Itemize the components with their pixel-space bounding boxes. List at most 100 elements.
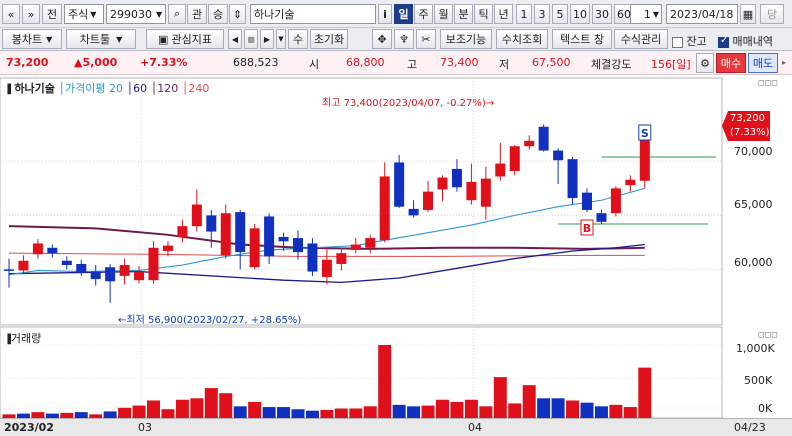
bongchart-button[interactable]: 봉차트 ▼ (2, 29, 62, 49)
bojo-button[interactable]: 보조기능 (440, 29, 492, 49)
volume-bar (175, 399, 189, 418)
dang-button[interactable]: 당 (760, 4, 784, 24)
candle-body (509, 146, 520, 172)
search-icon[interactable]: ⌕ (168, 4, 186, 24)
buy-button[interactable]: 매수 (716, 53, 746, 73)
gear-icon[interactable]: ⚙ (696, 53, 714, 73)
change-percent: +7.33% (140, 56, 188, 69)
interval-button-5[interactable]: 5 (552, 4, 568, 24)
candle-body (451, 168, 462, 188)
interval-button-3[interactable]: 3 (534, 4, 550, 24)
volume-bar (248, 401, 262, 418)
interval-button-1[interactable]: 1 (516, 4, 532, 24)
chevron-down-icon[interactable]: ▼ (276, 29, 286, 49)
jango-checkbox[interactable]: 잔고 (672, 33, 707, 49)
volume-bar (363, 406, 377, 418)
volume-bar (580, 402, 594, 418)
volume-bar (378, 345, 392, 418)
current-price-tag: 73,200 (7.33%) (722, 111, 770, 141)
candle-body (610, 188, 621, 214)
move-icon[interactable]: ✥ (372, 29, 392, 49)
volume-bar (522, 385, 536, 418)
volume-bar (161, 409, 175, 418)
play-next-button[interactable]: ▶ (260, 29, 274, 49)
price-change: ▲5,000 (74, 56, 118, 69)
top-toolbar: « » 전 주식 ▼ 299030 ▼ ⌕ 관 승 ⇕ 하나기술 i 일주월분틱년 … (0, 0, 792, 28)
period-tab-5[interactable]: 년 (494, 4, 513, 24)
scroll-right-icon[interactable]: ▸ (782, 51, 792, 75)
text-window-button[interactable]: 텍스트 창 (552, 29, 612, 49)
expand-button[interactable]: » (22, 4, 40, 24)
candle-body (90, 271, 101, 280)
stock-spinner[interactable]: ⇕ (229, 4, 246, 24)
volume-bar (118, 407, 132, 418)
volume-bar (392, 404, 406, 418)
candle-body (278, 236, 289, 242)
volume-axis-label: 0K (758, 402, 773, 415)
pane-controls[interactable]: ◻◻◻ (758, 78, 778, 87)
candle-body (437, 177, 448, 190)
candle-body (32, 243, 43, 255)
suchi-button[interactable]: 수치조회 (496, 29, 548, 49)
scissors-icon[interactable]: ✂ (416, 29, 436, 49)
charttool-button[interactable]: 차트툴 ▼ (66, 29, 136, 49)
volume-bar (508, 403, 522, 418)
candle-body (466, 181, 477, 201)
sell-button[interactable]: 매도 (748, 53, 778, 73)
candle-body (394, 162, 405, 207)
info-button[interactable]: i (378, 4, 392, 24)
reset-button[interactable]: 초기화 (310, 29, 348, 49)
calendar-icon[interactable]: ▦ (740, 4, 756, 24)
trade-history-checkbox[interactable]: ✓ 매매내역 (718, 33, 773, 49)
high-label: 고 (407, 58, 418, 71)
strength-value: 156[일] (651, 58, 691, 71)
volume-axis-label: 1,000K (736, 342, 775, 355)
jeon-button[interactable]: 전 (42, 4, 62, 24)
candle-body (134, 271, 145, 281)
interval-button-10[interactable]: 10 (570, 4, 590, 24)
period-tab-2[interactable]: 월 (434, 4, 453, 24)
candle-body (423, 191, 434, 210)
formula-button[interactable]: 수식관리 (614, 29, 668, 49)
interval-input[interactable]: 1 ▼ (630, 4, 662, 24)
stock-code-input[interactable]: 299030 ▼ (106, 4, 166, 24)
volume-bar (421, 405, 435, 418)
volume-bar (493, 377, 507, 418)
candle-body (553, 150, 564, 161)
market-type-select[interactable]: 주식 ▼ (64, 4, 104, 24)
interval-button-30[interactable]: 30 (592, 4, 612, 24)
volume-bar (479, 406, 493, 418)
volume-bar (623, 407, 637, 418)
stop-button[interactable]: ■ (244, 29, 258, 49)
candle-body (162, 245, 173, 252)
volume-bar (551, 398, 565, 418)
period-tab-1[interactable]: 주 (414, 4, 433, 24)
legend-ma60: │60 (126, 82, 148, 95)
period-tab-0[interactable]: 일 (394, 4, 413, 24)
pane-controls[interactable]: ◻◻◻ (758, 330, 778, 339)
wand-icon[interactable]: ♆ (394, 29, 414, 49)
stock-name-field[interactable]: 하나기술 (250, 4, 376, 24)
collapse-button[interactable]: « (2, 4, 20, 24)
date-label-march: 03 (138, 421, 152, 434)
volume-bar (594, 406, 608, 418)
chevron-down-icon: ▼ (90, 9, 97, 19)
seung-button[interactable]: 승 (208, 4, 228, 24)
play-prev-button[interactable]: ◀ (228, 29, 242, 49)
candle-body (582, 192, 592, 210)
candle-body (4, 269, 14, 271)
period-tab-3[interactable]: 분 (454, 4, 473, 24)
high-annotation: 최고 73,400(2023/04/07, -0.27%)→ (322, 98, 495, 109)
volume-bar (103, 411, 117, 418)
candle-body (495, 163, 506, 177)
period-tab-4[interactable]: 틱 (474, 4, 493, 24)
indicator-button[interactable]: ▣ 관심지표 (146, 29, 224, 49)
candle-body (264, 216, 275, 257)
candle-body (321, 259, 332, 277)
candle-body (105, 267, 116, 282)
su-button[interactable]: 수 (288, 29, 308, 49)
gwan-button[interactable]: 관 (187, 4, 207, 24)
date-input[interactable]: 2023/04/18 (666, 4, 738, 24)
current-price: 73,200 (6, 56, 49, 69)
price-volume-chart[interactable]: SB (0, 75, 792, 418)
